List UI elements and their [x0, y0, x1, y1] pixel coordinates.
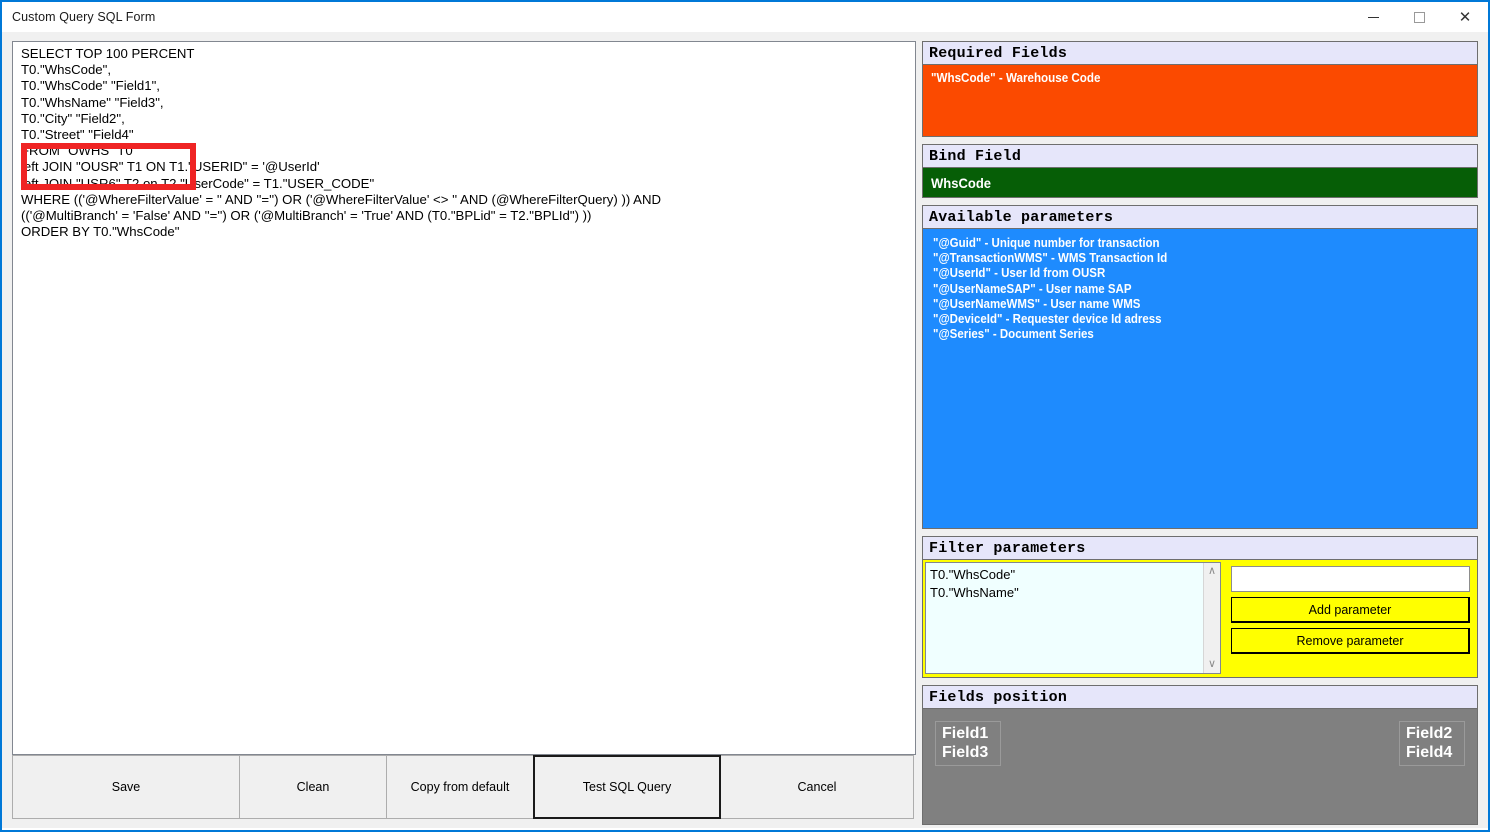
available-parameter-item[interactable]: "@Series" - Document Series: [933, 327, 1433, 342]
filter-list-scrollbar[interactable]: ∧ ∨: [1203, 563, 1220, 673]
field-position-label: Field1: [942, 724, 994, 743]
test-sql-query-button[interactable]: Test SQL Query: [533, 755, 721, 819]
filter-parameters-controls: Add parameter Remove parameter: [1221, 562, 1475, 674]
bind-field-header: Bind Field: [922, 144, 1478, 168]
maximize-icon: [1414, 12, 1425, 23]
close-icon: ✕: [1459, 10, 1472, 25]
sql-query-text: SELECT TOP 100 PERCENT T0."WhsCode", T0.…: [13, 42, 915, 240]
available-parameter-item[interactable]: "@UserNameWMS" - User name WMS: [933, 297, 1433, 312]
available-parameter-item[interactable]: "@UserId" - User Id from OUSR: [933, 266, 1433, 281]
filter-parameters-header: Filter parameters: [922, 536, 1478, 560]
window-title: Custom Query SQL Form: [12, 10, 155, 24]
save-button[interactable]: Save: [12, 755, 240, 819]
field-position-label: Field3: [942, 743, 994, 762]
available-parameter-item[interactable]: "@TransactionWMS" - WMS Transaction Id: [933, 251, 1433, 266]
scroll-up-icon[interactable]: ∧: [1208, 563, 1216, 580]
filter-parameters-section: T0."WhsCode"T0."WhsName" ∧ ∨ Add paramet…: [922, 560, 1478, 678]
client-area: SELECT TOP 100 PERCENT T0."WhsCode", T0.…: [2, 32, 1488, 828]
close-button[interactable]: ✕: [1442, 2, 1488, 32]
filter-parameter-item[interactable]: T0."WhsCode": [930, 566, 1220, 584]
available-parameter-item[interactable]: "@DeviceId" - Requester device Id adress: [933, 312, 1433, 327]
available-parameter-item[interactable]: "@UserNameSAP" - User name SAP: [933, 282, 1433, 297]
filter-parameter-item[interactable]: T0."WhsName": [930, 584, 1220, 602]
copy-from-default-button[interactable]: Copy from default: [386, 755, 534, 819]
remove-parameter-button[interactable]: Remove parameter: [1231, 628, 1470, 654]
parameter-input[interactable]: [1231, 566, 1470, 592]
required-fields-header: Required Fields: [922, 41, 1478, 65]
fields-position-header: Fields position: [922, 685, 1478, 709]
required-fields-list[interactable]: "WhsCode" - Warehouse Code: [922, 65, 1478, 137]
window-controls: ✕: [1350, 2, 1488, 32]
fields-position-right-box[interactable]: Field2Field4: [1399, 721, 1465, 766]
right-panel: Required Fields "WhsCode" - Warehouse Co…: [922, 41, 1478, 819]
minimize-icon: [1368, 17, 1379, 18]
available-parameters-list[interactable]: "@Guid" - Unique number for transaction"…: [922, 229, 1478, 529]
required-field-item: "WhsCode" - Warehouse Code: [931, 71, 1439, 85]
filter-parameters-list[interactable]: T0."WhsCode"T0."WhsName" ∧ ∨: [925, 562, 1221, 674]
fields-position-left-box[interactable]: Field1Field3: [935, 721, 1001, 766]
bind-field-value: WhsCode: [931, 175, 991, 191]
sql-query-editor[interactable]: SELECT TOP 100 PERCENT T0."WhsCode", T0.…: [12, 41, 916, 755]
available-parameters-header: Available parameters: [922, 205, 1478, 229]
scroll-down-icon[interactable]: ∨: [1208, 656, 1216, 673]
fields-position-canvas: Field1Field3 Field2Field4: [922, 709, 1478, 825]
cancel-button[interactable]: Cancel: [720, 755, 914, 819]
title-bar: Custom Query SQL Form ✕: [2, 2, 1488, 32]
add-parameter-button[interactable]: Add parameter: [1231, 597, 1470, 623]
bind-field-value-box[interactable]: WhsCode: [922, 168, 1478, 198]
field-position-label: Field4: [1406, 743, 1458, 762]
action-button-bar: Save Clean Copy from default Test SQL Qu…: [12, 755, 916, 819]
minimize-button[interactable]: [1350, 2, 1396, 32]
maximize-button[interactable]: [1396, 2, 1442, 32]
field-position-label: Field2: [1406, 724, 1458, 743]
clean-button[interactable]: Clean: [239, 755, 387, 819]
available-parameter-item[interactable]: "@Guid" - Unique number for transaction: [933, 236, 1433, 251]
